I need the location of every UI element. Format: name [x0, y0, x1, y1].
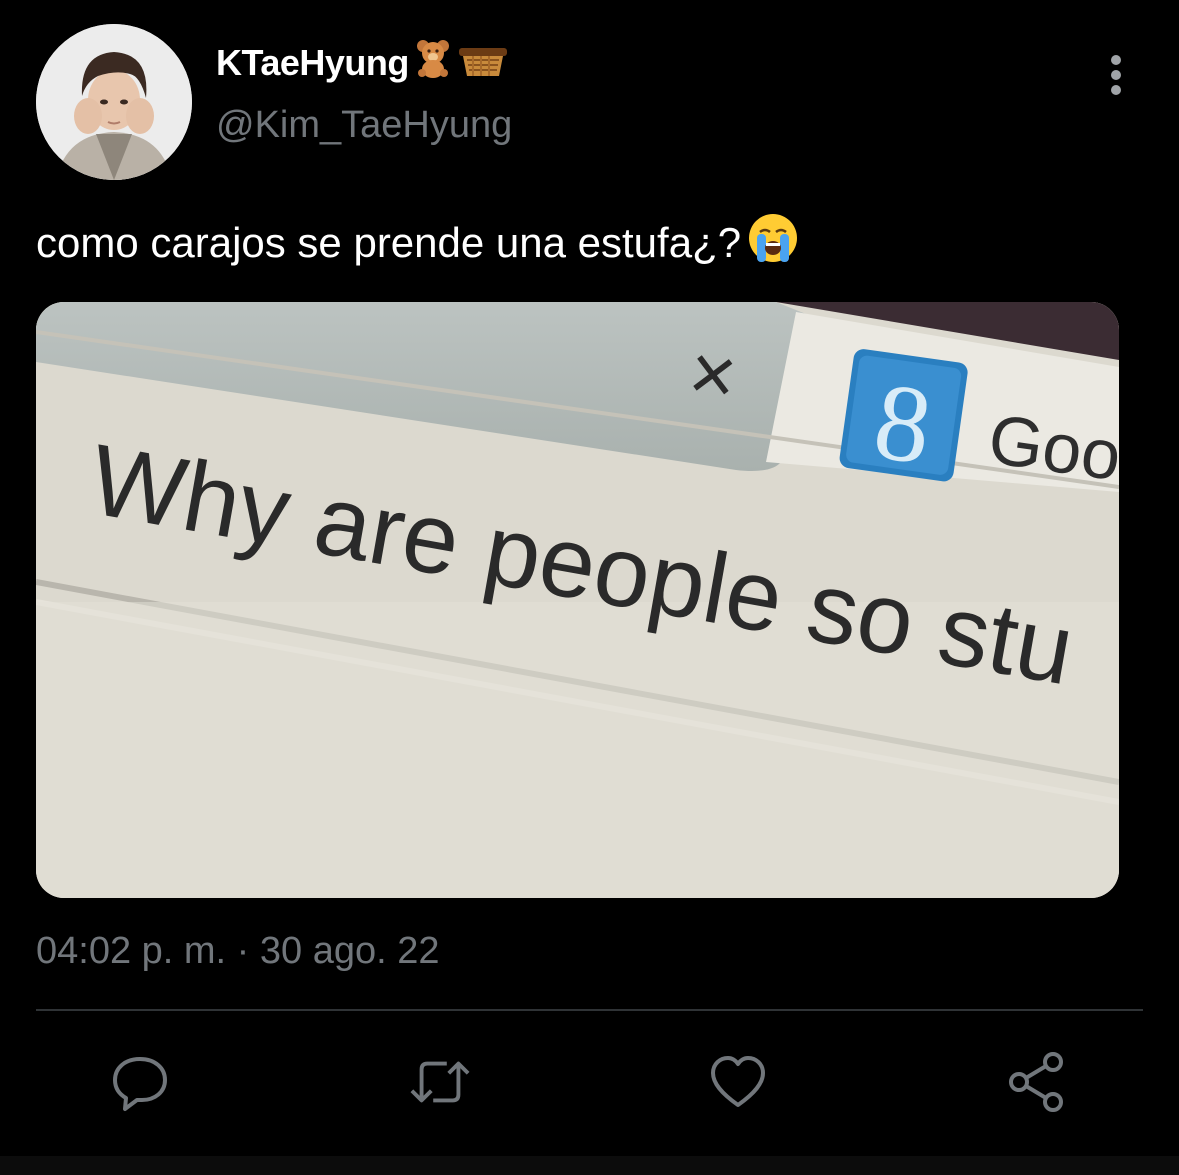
more-options-button[interactable]: [1096, 52, 1136, 98]
like-icon: [711, 1056, 765, 1107]
avatar[interactable]: [36, 24, 192, 180]
reply-icon: [113, 1057, 167, 1111]
tweet-text: como carajos se prende una estufa¿?: [36, 210, 801, 276]
tweet-timestamp[interactable]: 04:02 p. m. · 30 ago. 22: [36, 930, 440, 973]
author-name-row[interactable]: KTaeHyung: [216, 38, 509, 87]
avatar-image: [36, 24, 192, 180]
teddy-bear-icon: [413, 38, 453, 87]
reply-button[interactable]: [108, 1050, 172, 1114]
display-name[interactable]: KTaeHyung: [216, 42, 409, 84]
share-icon: [1009, 1052, 1063, 1112]
meme-image: 8 Goo × Why are people so stu: [36, 302, 1119, 898]
more-vertical-icon: [1111, 55, 1121, 95]
bottom-bar: [0, 1156, 1179, 1175]
author-handle[interactable]: @Kim_TaeHyung: [216, 104, 512, 147]
share-button[interactable]: [1004, 1050, 1068, 1114]
retweet-icon: [410, 1061, 470, 1103]
tweet-media-image[interactable]: 8 Goo × Why are people so stu: [36, 302, 1119, 898]
divider: [36, 1009, 1143, 1011]
basket-icon: [457, 38, 509, 87]
like-button[interactable]: [706, 1050, 770, 1114]
retweet-button[interactable]: [408, 1050, 472, 1114]
tweet-body: como carajos se prende una estufa¿?: [36, 219, 742, 266]
crying-face-icon: [745, 210, 801, 276]
